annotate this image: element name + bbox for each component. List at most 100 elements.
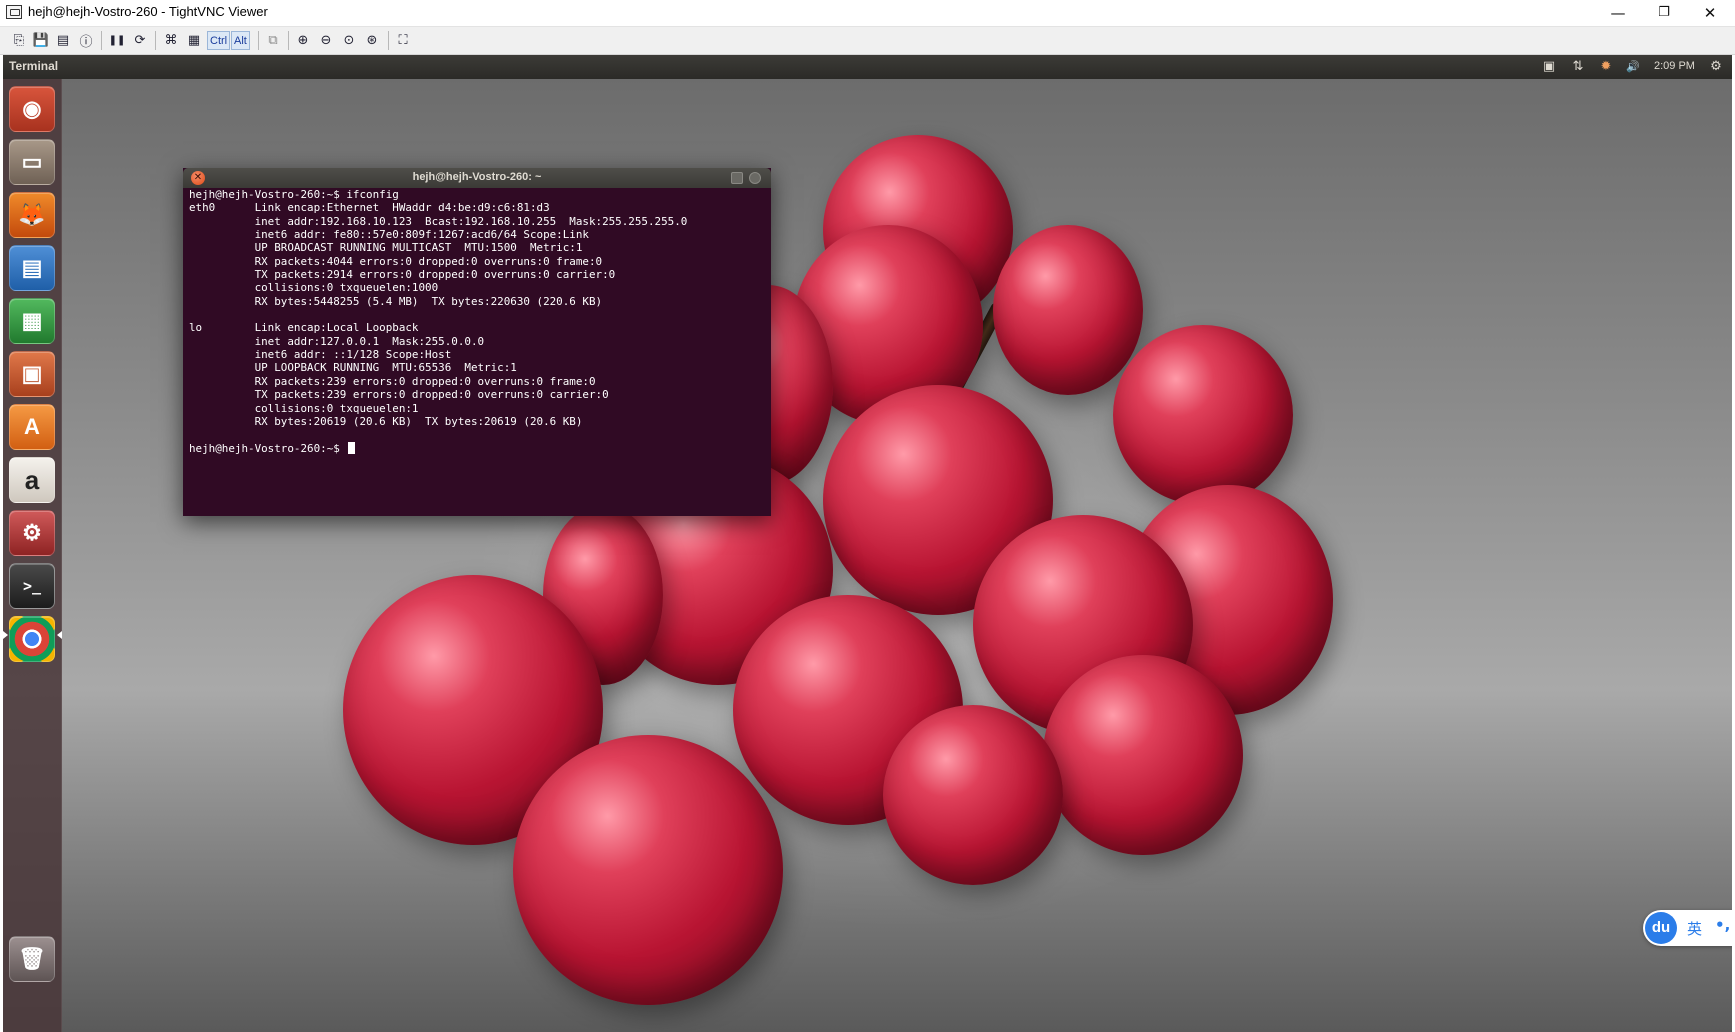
panel-clock[interactable]: 2:09 PM <box>1654 60 1695 72</box>
toolbar-separator <box>288 31 289 50</box>
launcher-firefox[interactable]: 🦊 <box>9 192 55 238</box>
toolbar-separator <box>258 31 259 50</box>
terminal-line: hejh@hejh-Vostro-260:~$ ifconfig <box>189 188 399 201</box>
terminal-line: eth0 Link encap:Ethernet HWaddr d4:be:d9… <box>189 201 550 215</box>
amazon-icon: a <box>24 465 40 495</box>
launcher-amazon[interactable]: a <box>9 457 55 503</box>
baidu-ime-logo-icon[interactable]: du <box>1645 912 1677 944</box>
terminal-line: collisions:0 txqueuelen:1000 <box>189 281 439 295</box>
win-key-icon[interactable]: ▦ <box>184 31 204 50</box>
zoom-out-icon[interactable]: ⊖ <box>316 31 336 50</box>
restore-button[interactable]: ❐ <box>1641 0 1687 26</box>
launcher-files[interactable]: ▭ <box>9 139 55 185</box>
software-center-icon: A <box>24 414 40 439</box>
tightvnc-app-icon[interactable] <box>6 5 22 19</box>
session-gear-icon[interactable]: ⚙ <box>1707 58 1725 76</box>
terminal-line: TX packets:239 errors:0 dropped:0 overru… <box>189 388 609 402</box>
toolbar-separator <box>101 31 102 50</box>
writer-icon: ▤ <box>21 255 43 280</box>
terminal-output[interactable]: hejh@hejh-Vostro-260:~$ ifconfig eth0 Li… <box>189 188 767 510</box>
display-indicator-icon[interactable]: ▣ <box>1539 58 1559 76</box>
ime-language-toggle[interactable]: 英 <box>1687 918 1702 939</box>
terminal-prompt-line[interactable]: hejh@hejh-Vostro-260:~$ <box>189 441 767 455</box>
terminal-prompt: hejh@hejh-Vostro-260:~$ <box>189 441 347 455</box>
refresh-icon[interactable]: ⟳ <box>130 31 150 50</box>
launcher-writer[interactable]: ▤ <box>9 245 55 291</box>
ime-punctuation-toggle[interactable]: •, <box>1715 916 1730 934</box>
impress-icon: ▣ <box>21 361 43 386</box>
new-connection-icon[interactable]: ⎘ <box>9 31 29 50</box>
connection-info-icon[interactable]: ⓘ <box>76 31 96 50</box>
wallpaper-grape <box>993 225 1143 395</box>
wallpaper-grape <box>513 735 783 1005</box>
update-indicator-icon[interactable]: ✹ <box>1597 58 1615 76</box>
terminal-line: RX bytes:20619 (20.6 KB) TX bytes:20619 … <box>189 414 583 428</box>
terminal-line: UP LOOPBACK RUNNING MTU:65536 Metric:1 <box>189 361 517 375</box>
ubuntu-top-panel: Terminal ▣ ⇅ ✹ 🔊 2:09 PM ⚙ <box>3 55 1732 79</box>
zoom-in-icon[interactable]: ⊕ <box>293 31 313 50</box>
ctrl-key-toggle[interactable]: Ctrl <box>207 31 231 50</box>
remote-desktop-view[interactable]: Terminal ▣ ⇅ ✹ 🔊 2:09 PM ⚙ ◉ ▭ 🦊 ▤ ▦ ▣ A <box>3 55 1732 1032</box>
terminal-line: RX packets:239 errors:0 dropped:0 overru… <box>189 374 596 388</box>
terminal-line: inet addr:127.0.0.1 Mask:255.0.0.0 <box>189 334 485 348</box>
terminal-line: inet addr:192.168.10.123 Bcast:192.168.1… <box>189 214 688 228</box>
zoom-100-icon[interactable]: ⊙ <box>339 31 359 50</box>
terminal-menu-icon[interactable] <box>749 172 761 184</box>
minimize-button[interactable]: — <box>1595 0 1641 26</box>
unity-launcher: ◉ ▭ 🦊 ▤ ▦ ▣ A a ⚙ >_ ◎ <box>3 79 62 1032</box>
window-title: hejh@hejh-Vostro-260 - TightVNC Viewer <box>28 4 268 19</box>
ctrl-alt-del-icon[interactable]: ⌘ <box>161 31 181 50</box>
terminal-line: TX packets:2914 errors:0 dropped:0 overr… <box>189 268 616 282</box>
launcher-software-center[interactable]: A <box>9 404 55 450</box>
zoom-auto-icon[interactable]: ⊛ <box>362 31 382 50</box>
connection-options-icon[interactable]: ▤ <box>53 31 73 50</box>
launcher-terminal[interactable]: >_ <box>9 563 55 609</box>
terminal-cursor <box>348 441 356 454</box>
volume-indicator-icon[interactable]: 🔊 <box>1623 58 1643 76</box>
fullscreen-icon[interactable]: ⛶ <box>393 31 413 50</box>
wallpaper-grape <box>1113 325 1293 505</box>
terminal-line: lo Link encap:Local Loopback <box>189 321 419 335</box>
launcher-chrome[interactable]: ◎ <box>9 616 55 662</box>
launcher-calc[interactable]: ▦ <box>9 298 55 344</box>
alt-key-toggle[interactable]: Alt <box>231 31 250 50</box>
terminal-line: collisions:0 txqueuelen:1 <box>189 401 419 415</box>
panel-app-name: Terminal <box>9 59 59 73</box>
launcher-system-settings[interactable]: ⚙ <box>9 510 55 556</box>
launcher-running-indicator <box>3 631 8 639</box>
ubuntu-logo-icon: ◉ <box>22 96 42 121</box>
ime-status-bar[interactable]: du 英 •, <box>1643 910 1732 946</box>
terminal-title: hejh@hejh-Vostro-260: ~ <box>412 171 542 183</box>
wallpaper-grape <box>883 705 1063 885</box>
system-settings-icon: ⚙ <box>22 520 42 545</box>
save-session-icon[interactable]: 💾 <box>31 31 51 50</box>
vnc-toolbar: ⎘ 💾 ▤ ⓘ ❚❚ ⟳ ⌘ ▦ Ctrl Alt ⧉ ⊕ ⊖ ⊙ ⊛ ⛶ <box>0 27 1735 55</box>
launcher-trash[interactable]: 🗑 <box>9 936 55 982</box>
launcher-dash-home[interactable]: ◉ <box>9 86 55 132</box>
network-indicator-icon[interactable]: ⇅ <box>1569 58 1587 76</box>
terminal-line: RX packets:4044 errors:0 dropped:0 overr… <box>189 254 603 268</box>
firefox-icon: 🦊 <box>18 202 46 227</box>
terminal-line: RX bytes:5448255 (5.4 MB) TX bytes:22063… <box>189 294 603 308</box>
files-icon: ▭ <box>21 149 43 174</box>
terminal-window[interactable]: ✕ hejh@hejh-Vostro-260: ~ hejh@hejh-Vost… <box>183 168 771 516</box>
launcher-focus-indicator <box>57 631 62 639</box>
close-button[interactable]: ✕ <box>1687 0 1733 26</box>
terminal-line: UP BROADCAST RUNNING MULTICAST MTU:1500 … <box>189 241 583 255</box>
calc-icon: ▦ <box>21 308 43 333</box>
toolbar-separator <box>155 31 156 50</box>
window-titlebar[interactable]: hejh@hejh-Vostro-260 - TightVNC Viewer —… <box>0 0 1735 27</box>
terminal-new-tab-icon[interactable] <box>731 172 743 184</box>
pause-icon[interactable]: ❚❚ <box>107 31 127 50</box>
terminal-line: inet6 addr: ::1/128 Scope:Host <box>189 348 452 362</box>
trash-icon: 🗑 <box>18 946 46 971</box>
transfer-files-icon[interactable]: ⧉ <box>263 31 283 50</box>
toolbar-separator <box>388 31 389 50</box>
wallpaper-grape <box>1043 655 1243 855</box>
terminal-icon: >_ <box>22 576 42 595</box>
terminal-titlebar[interactable]: ✕ hejh@hejh-Vostro-260: ~ <box>183 168 771 188</box>
terminal-line: inet6 addr: fe80::57e0:809f:1267:acd6/64… <box>189 228 589 242</box>
launcher-impress[interactable]: ▣ <box>9 351 55 397</box>
